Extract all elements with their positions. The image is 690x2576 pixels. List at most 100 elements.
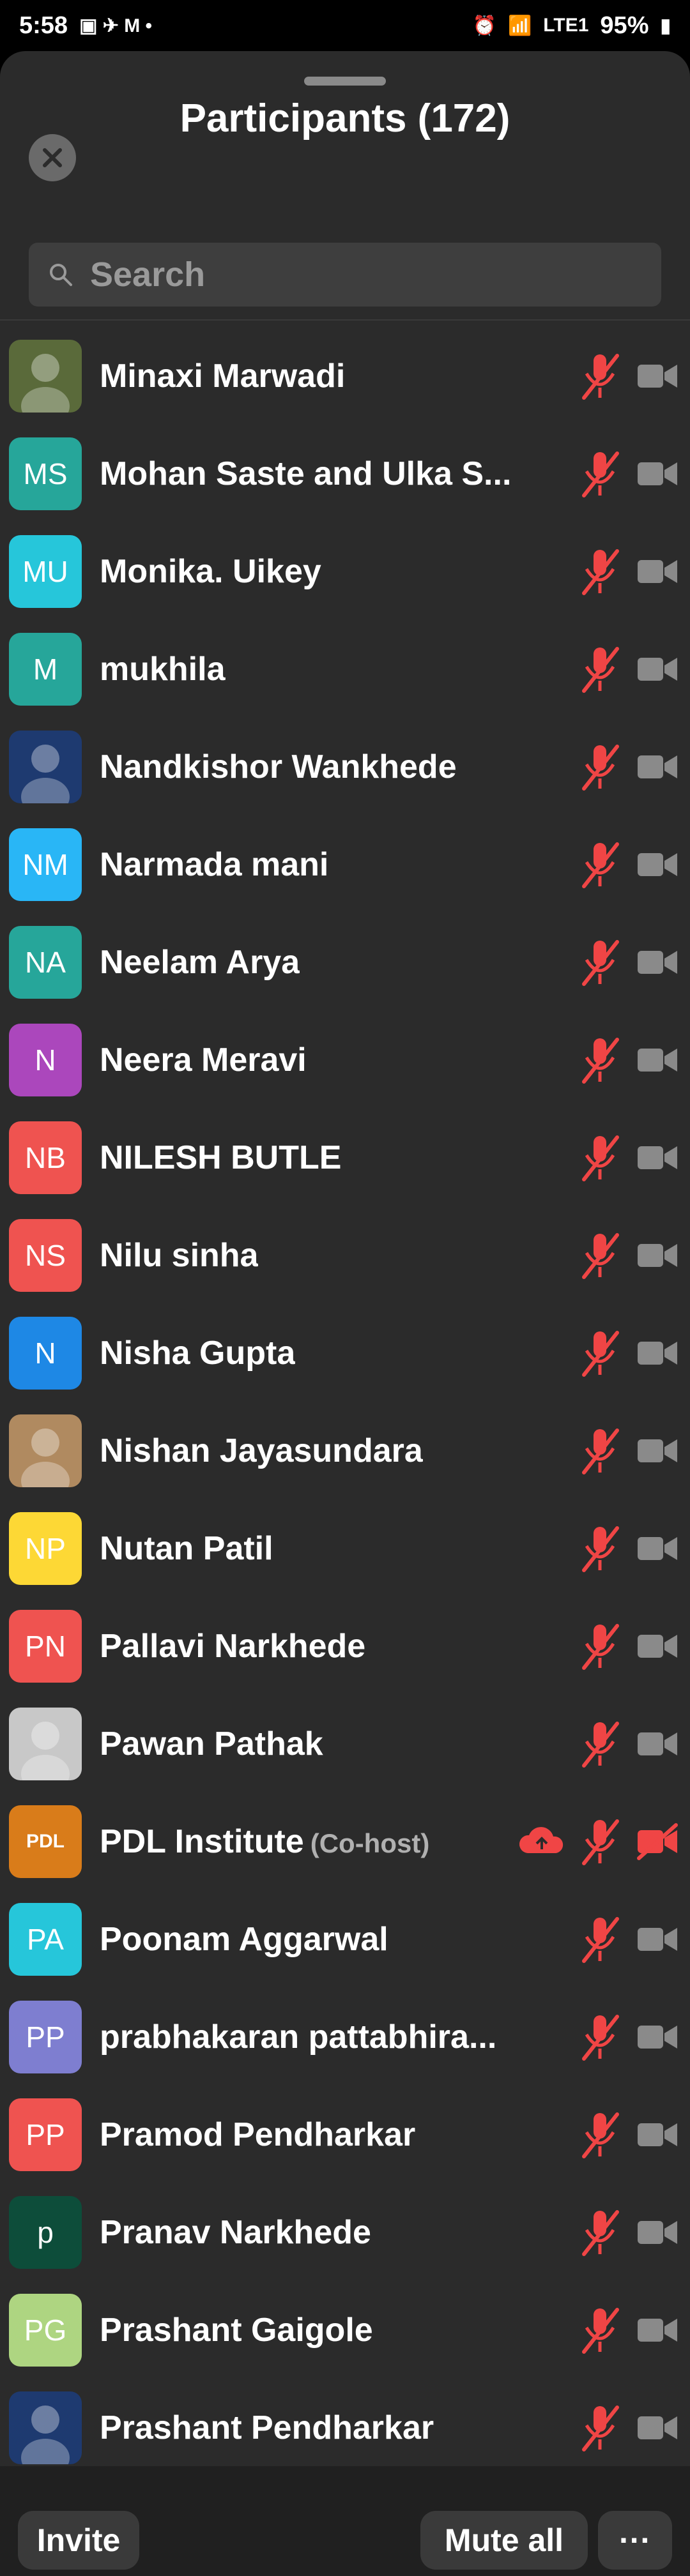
avatar: M — [9, 632, 82, 706]
participant-name: Neelam Arya — [100, 943, 300, 981]
camera-icon — [635, 2409, 680, 2447]
avatar: MS — [9, 437, 82, 510]
list-item[interactable]: PG Prashant Gaigole — [0, 2281, 690, 2379]
participant-name: Pranav Narkhede — [100, 2213, 371, 2252]
list-item[interactable]: MU Monika. Uikey — [0, 522, 690, 620]
avatar: MU — [9, 534, 82, 608]
camera-icon — [635, 650, 680, 688]
time-label: 5:58 — [19, 11, 68, 39]
avatar: PP — [9, 2000, 82, 2073]
list-item[interactable]: p Pranav Narkhede — [0, 2183, 690, 2281]
participant-name: Narmada mani — [100, 845, 328, 884]
participant-name-text: mukhila — [100, 650, 226, 688]
camera-icon — [635, 2116, 680, 2154]
mic-muted-icon — [578, 1816, 622, 1867]
invite-button[interactable]: Invite — [18, 2511, 139, 2570]
list-item[interactable]: Pawan Pathak — [0, 1695, 690, 1792]
avatar: N — [9, 1023, 82, 1096]
mic-muted-icon — [578, 1034, 622, 1086]
mic-muted-icon — [578, 1132, 622, 1183]
list-item[interactable]: PDL PDL Institute (Co-host) — [0, 1792, 690, 1890]
search-placeholder: Search — [90, 255, 206, 294]
list-item[interactable]: PA Poonam Aggarwal — [0, 1890, 690, 1988]
camera-icon — [635, 1920, 680, 1959]
more-button[interactable]: ··· — [598, 2511, 672, 2570]
participant-name-text: NILESH BUTLE — [100, 1139, 342, 1176]
camera-icon — [635, 943, 680, 981]
list-item[interactable]: MS Mohan Saste and Ulka S... — [0, 425, 690, 522]
participant-name-text: Nilu sinha — [100, 1236, 259, 1274]
mic-muted-icon — [578, 2109, 622, 2160]
mic-muted-icon — [578, 546, 622, 597]
participant-name: Pallavi Narkhede — [100, 1627, 365, 1665]
participant-name: Prashant Gaigole — [100, 2311, 373, 2349]
mic-muted-icon — [578, 1523, 622, 1574]
list-item[interactable]: NS Nilu sinha — [0, 1206, 690, 1304]
list-item[interactable]: NA Neelam Arya — [0, 913, 690, 1011]
mic-muted-icon — [578, 2207, 622, 2258]
participant-name: Pawan Pathak — [100, 1725, 323, 1763]
avatar — [9, 339, 82, 413]
avatar: PN — [9, 1609, 82, 1683]
list-item[interactable]: NM Narmada mani — [0, 815, 690, 913]
mic-muted-icon — [578, 2305, 622, 2356]
mic-muted-icon — [578, 1425, 622, 1476]
participant-name-text: Neera Meravi — [100, 1041, 307, 1079]
avatar: NM — [9, 828, 82, 901]
divider — [0, 319, 690, 321]
network-label: LTE1 — [543, 15, 589, 36]
participant-name-text: Prashant Pendharkar — [100, 2409, 434, 2446]
participants-sheet: Participants (172) Search Minaxi Marwadi… — [0, 51, 690, 2576]
list-item[interactable]: NB NILESH BUTLE — [0, 1109, 690, 1206]
list-item[interactable]: Nandkishor Wankhede — [0, 718, 690, 815]
status-bar: 5:58 ▣ ✈ M • ⏰ 📶 LTE1 95% ▮ — [0, 0, 690, 51]
battery-icon: ▮ — [660, 15, 671, 36]
mic-muted-icon — [578, 1328, 622, 1379]
close-button[interactable] — [29, 134, 76, 181]
participant-name-text: Nutan Patil — [100, 1529, 273, 1567]
list-item[interactable]: PN Pallavi Narkhede — [0, 1597, 690, 1695]
participant-name-text: Prashant Gaigole — [100, 2311, 373, 2349]
participant-name: Monika. Uikey — [100, 552, 321, 591]
close-icon — [43, 148, 62, 167]
mic-muted-icon — [578, 741, 622, 792]
avatar: PDL — [9, 1805, 82, 1878]
list-item[interactable]: Prashant Pendharkar — [0, 2379, 690, 2476]
participant-name: Minaxi Marwadi — [100, 357, 345, 395]
participant-name-text: PDL Institute — [100, 1822, 304, 1860]
list-item[interactable]: PP prabhakaran pattabhira... — [0, 1988, 690, 2086]
avatar: PG — [9, 2293, 82, 2367]
avatar — [9, 1707, 82, 1780]
mute-all-button[interactable]: Mute all — [420, 2511, 588, 2570]
participant-name-text: Nisha Gupta — [100, 1334, 296, 1372]
mic-muted-icon — [578, 1230, 622, 1281]
participant-name-text: Pranav Narkhede — [100, 2213, 371, 2251]
camera-icon — [635, 1041, 680, 1079]
camera-icon — [635, 2311, 680, 2349]
cloud-recording-icon — [516, 1822, 567, 1861]
list-item[interactable]: Nishan Jayasundara — [0, 1402, 690, 1499]
camera-icon — [635, 1725, 680, 1763]
camera-icon — [635, 552, 680, 591]
camera-off-icon — [635, 1822, 680, 1861]
search-input[interactable]: Search — [29, 243, 661, 307]
mic-muted-icon — [578, 2402, 622, 2453]
battery-label: 95% — [600, 11, 649, 39]
participant-name: Nishan Jayasundara — [100, 1432, 423, 1470]
page-title: Participants (172) — [180, 96, 510, 140]
list-item[interactable]: PP Pramod Pendharkar — [0, 2086, 690, 2183]
participant-name: Mohan Saste and Ulka S... — [100, 455, 511, 493]
list-item[interactable]: Minaxi Marwadi — [0, 327, 690, 425]
list-item[interactable]: N Neera Meravi — [0, 1011, 690, 1109]
camera-icon — [635, 1529, 680, 1568]
list-item[interactable]: Mmukhila — [0, 620, 690, 718]
mic-muted-icon — [578, 644, 622, 695]
participant-name: Prashant Pendharkar — [100, 2409, 434, 2447]
participant-name: mukhila — [100, 650, 226, 688]
avatar: PP — [9, 2098, 82, 2171]
list-item[interactable]: NP Nutan Patil — [0, 1499, 690, 1597]
search-icon — [50, 264, 72, 286]
list-item[interactable]: N Nisha Gupta — [0, 1304, 690, 1402]
mic-muted-icon — [578, 448, 622, 499]
drag-handle[interactable] — [304, 77, 386, 86]
